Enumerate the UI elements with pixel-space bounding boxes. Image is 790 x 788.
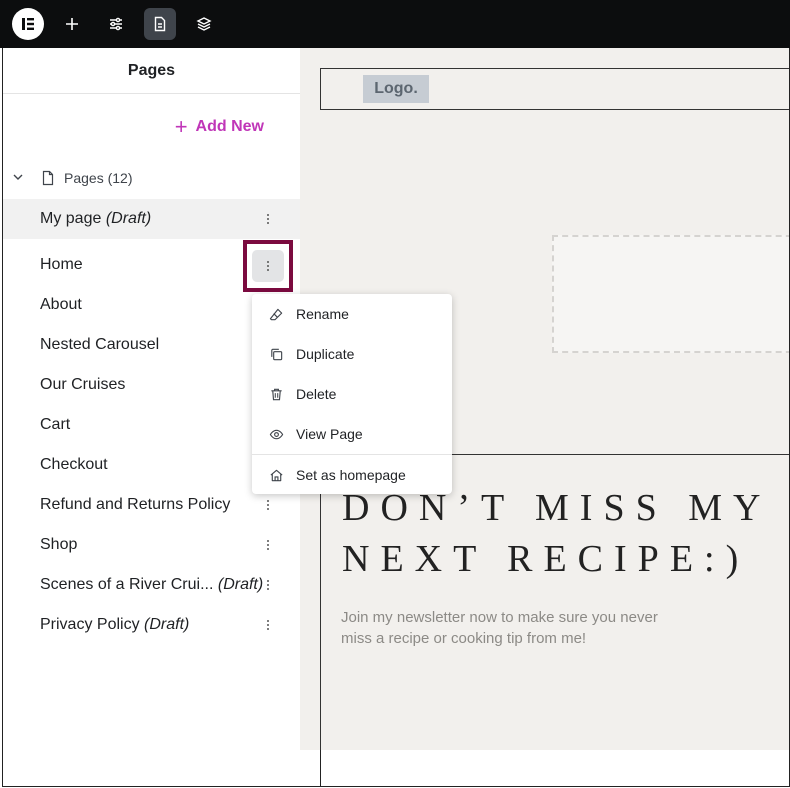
plus-icon: + xyxy=(174,114,188,139)
more-options-icon[interactable] xyxy=(258,209,278,229)
page-item-label: About xyxy=(40,296,82,313)
page-context-menu: Rename Duplicate Delete View Page Set as… xyxy=(252,294,452,494)
menu-label: View Page xyxy=(296,426,363,442)
eye-icon xyxy=(269,429,284,439)
page-item-label: Checkout xyxy=(40,456,108,473)
page-item-scenes-river-cruise[interactable]: Scenes of a River Crui... (Draft) xyxy=(3,565,300,605)
copy-icon xyxy=(271,348,283,360)
page-item-label: Home xyxy=(40,256,83,273)
document-icon xyxy=(42,170,54,186)
editor-topbar xyxy=(0,0,790,48)
more-options-icon[interactable] xyxy=(258,495,278,515)
menu-label: Rename xyxy=(296,306,349,322)
menu-item-view-page[interactable]: View Page xyxy=(252,414,452,454)
more-options-icon[interactable] xyxy=(258,575,278,595)
page-item-label: Scenes of a River Crui... (Draft) xyxy=(40,576,264,593)
site-settings-icon[interactable] xyxy=(100,8,132,40)
page-item-label: Cart xyxy=(40,416,71,433)
more-options-icon[interactable] xyxy=(258,535,278,555)
menu-item-set-homepage[interactable]: Set as homepage xyxy=(252,455,452,495)
page-item-label: Our Cruises xyxy=(40,376,126,393)
more-options-icon[interactable] xyxy=(258,615,278,635)
pages-tree-toggle[interactable]: Pages (12) xyxy=(3,164,300,192)
pages-icon[interactable] xyxy=(144,8,176,40)
structure-icon[interactable] xyxy=(188,8,220,40)
menu-item-delete[interactable]: Delete xyxy=(252,374,452,414)
highlight-annotation xyxy=(243,240,293,292)
elementor-logo-icon[interactable] xyxy=(12,8,44,40)
page-item-my-page[interactable]: My page (Draft) xyxy=(3,199,300,239)
panel-title: Pages xyxy=(3,48,300,94)
menu-item-duplicate[interactable]: Duplicate xyxy=(252,334,452,374)
page-item-label: Privacy Policy (Draft) xyxy=(40,616,190,633)
page-item-privacy-policy[interactable]: Privacy Policy (Draft) xyxy=(3,605,300,645)
eraser-icon xyxy=(269,308,283,320)
add-new-label: Add New xyxy=(195,118,264,135)
trash-icon xyxy=(271,388,282,400)
menu-label: Set as homepage xyxy=(296,467,406,483)
menu-label: Duplicate xyxy=(296,346,355,362)
menu-label: Delete xyxy=(296,386,337,402)
page-item-label: My page (Draft) xyxy=(40,210,152,227)
page-item-label: Shop xyxy=(40,536,78,553)
page-item-label: Nested Carousel xyxy=(40,336,160,353)
page-item-label: Refund and Returns Policy xyxy=(40,496,231,513)
chevron-down-icon[interactable] xyxy=(11,170,25,184)
page-item-shop[interactable]: Shop xyxy=(3,525,300,565)
add-element-icon[interactable] xyxy=(56,8,88,40)
add-new-page-button[interactable]: + Add New xyxy=(175,116,264,138)
menu-item-rename[interactable]: Rename xyxy=(252,294,452,334)
pages-count-label: Pages (12) xyxy=(64,170,133,186)
home-icon xyxy=(270,469,283,481)
